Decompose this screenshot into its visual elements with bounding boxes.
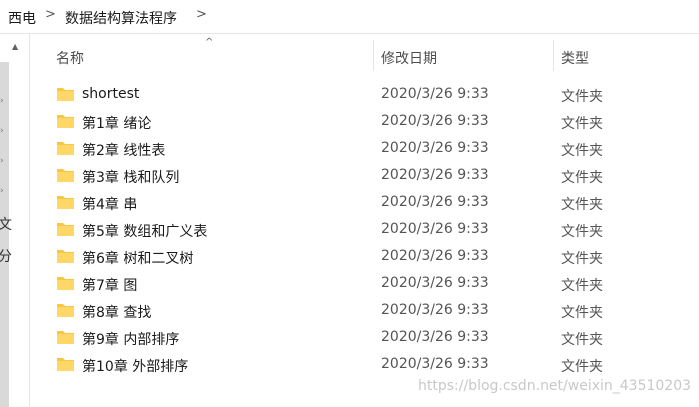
- folder-icon: [57, 331, 74, 344]
- folder-icon: [57, 169, 74, 182]
- folder-icon: [57, 88, 74, 101]
- nav-scrollbar-thumb[interactable]: [0, 62, 9, 407]
- breadcrumb-item-current-folder[interactable]: 数据结构算法程序: [65, 8, 177, 28]
- file-name: 第1章 绪论: [82, 116, 152, 132]
- table-row[interactable]: 第7章 图 2020/3/26 9:33 文件夹: [52, 270, 682, 297]
- file-modified-date: 2020/3/26 9:33: [381, 167, 489, 183]
- file-type: 文件夹: [561, 251, 603, 267]
- file-type: 文件夹: [561, 332, 603, 348]
- file-name: 第8章 查找: [82, 305, 152, 321]
- file-type: 文件夹: [561, 170, 603, 186]
- file-name: 第7章 图: [82, 278, 138, 294]
- column-divider[interactable]: [553, 40, 554, 71]
- table-row[interactable]: 第5章 数组和广义表 2020/3/26 9:33 文件夹: [52, 216, 682, 243]
- file-modified-date: 2020/3/26 9:33: [381, 248, 489, 264]
- table-row[interactable]: 第10章 外部排序 2020/3/26 9:33 文件夹: [52, 351, 682, 378]
- table-row[interactable]: 第1章 绪论 2020/3/26 9:33 文件夹: [52, 108, 682, 135]
- file-modified-date: 2020/3/26 9:33: [381, 275, 489, 291]
- breadcrumb-item-xidian[interactable]: 西电: [8, 8, 36, 28]
- column-header-date[interactable]: 修改日期: [381, 48, 437, 68]
- folder-icon: [57, 304, 74, 317]
- chevron-right-icon[interactable]: ›: [0, 156, 4, 166]
- chevron-right-icon[interactable]: ›: [0, 126, 4, 136]
- file-name: 第9章 内部排序: [82, 332, 180, 348]
- file-name: shortest: [82, 86, 140, 102]
- folder-icon: [57, 196, 74, 209]
- file-type: 文件夹: [561, 359, 603, 375]
- file-modified-date: 2020/3/26 9:33: [381, 86, 489, 102]
- breadcrumb: 西电 > 数据结构算法程序 >: [0, 0, 699, 34]
- folder-icon: [57, 142, 74, 155]
- column-header-type[interactable]: 类型: [561, 48, 589, 68]
- file-modified-date: 2020/3/26 9:33: [381, 302, 489, 318]
- file-modified-date: 2020/3/26 9:33: [381, 221, 489, 237]
- table-row[interactable]: 第2章 线性表 2020/3/26 9:33 文件夹: [52, 135, 682, 162]
- table-row[interactable]: 第8章 查找 2020/3/26 9:33 文件夹: [52, 297, 682, 324]
- column-header-name[interactable]: 名称: [56, 48, 84, 68]
- file-modified-date: 2020/3/26 9:33: [381, 113, 489, 129]
- file-name: 第4章 串: [82, 197, 138, 213]
- file-name: 第2章 线性表: [82, 143, 166, 159]
- scroll-up-arrow-icon[interactable]: ▲: [12, 42, 18, 51]
- chevron-right-icon[interactable]: >: [196, 7, 207, 22]
- column-divider[interactable]: [373, 40, 374, 71]
- nav-item-label-partial[interactable]: 文: [0, 214, 12, 234]
- navigation-pane: ▲ › › › › 文 分: [0, 34, 30, 407]
- file-name: 第3章 栈和队列: [82, 170, 180, 186]
- file-type: 文件夹: [561, 116, 603, 132]
- sort-ascending-icon: ^: [205, 37, 214, 48]
- table-row[interactable]: shortest 2020/3/26 9:33 文件夹: [52, 81, 682, 108]
- folder-icon: [57, 115, 74, 128]
- file-modified-date: 2020/3/26 9:33: [381, 140, 489, 156]
- table-row[interactable]: 第3章 栈和队列 2020/3/26 9:33 文件夹: [52, 162, 682, 189]
- table-row[interactable]: 第4章 串 2020/3/26 9:33 文件夹: [52, 189, 682, 216]
- file-type: 文件夹: [561, 143, 603, 159]
- table-row[interactable]: 第9章 内部排序 2020/3/26 9:33 文件夹: [52, 324, 682, 351]
- file-type: 文件夹: [561, 305, 603, 321]
- file-type: 文件夹: [561, 224, 603, 240]
- folder-icon: [57, 223, 74, 236]
- table-row[interactable]: 第6章 树和二叉树 2020/3/26 9:33 文件夹: [52, 243, 682, 270]
- file-name: 第10章 外部排序: [82, 359, 189, 375]
- folder-icon: [57, 358, 74, 371]
- folder-icon: [57, 250, 74, 263]
- file-modified-date: 2020/3/26 9:33: [381, 329, 489, 345]
- chevron-right-icon[interactable]: >: [45, 7, 56, 22]
- folder-icon: [57, 277, 74, 290]
- chevron-right-icon[interactable]: ›: [0, 186, 4, 196]
- file-name: 第6章 树和二叉树: [82, 251, 194, 267]
- file-type: 文件夹: [561, 197, 603, 213]
- nav-item-label-partial[interactable]: 分: [0, 246, 12, 266]
- watermark: https://blog.csdn.net/weixin_43510203: [418, 378, 692, 394]
- file-type: 文件夹: [561, 89, 603, 105]
- file-type: 文件夹: [561, 278, 603, 294]
- file-modified-date: 2020/3/26 9:33: [381, 356, 489, 372]
- chevron-right-icon[interactable]: ›: [0, 96, 4, 106]
- file-modified-date: 2020/3/26 9:33: [381, 194, 489, 210]
- file-name: 第5章 数组和广义表: [82, 224, 208, 240]
